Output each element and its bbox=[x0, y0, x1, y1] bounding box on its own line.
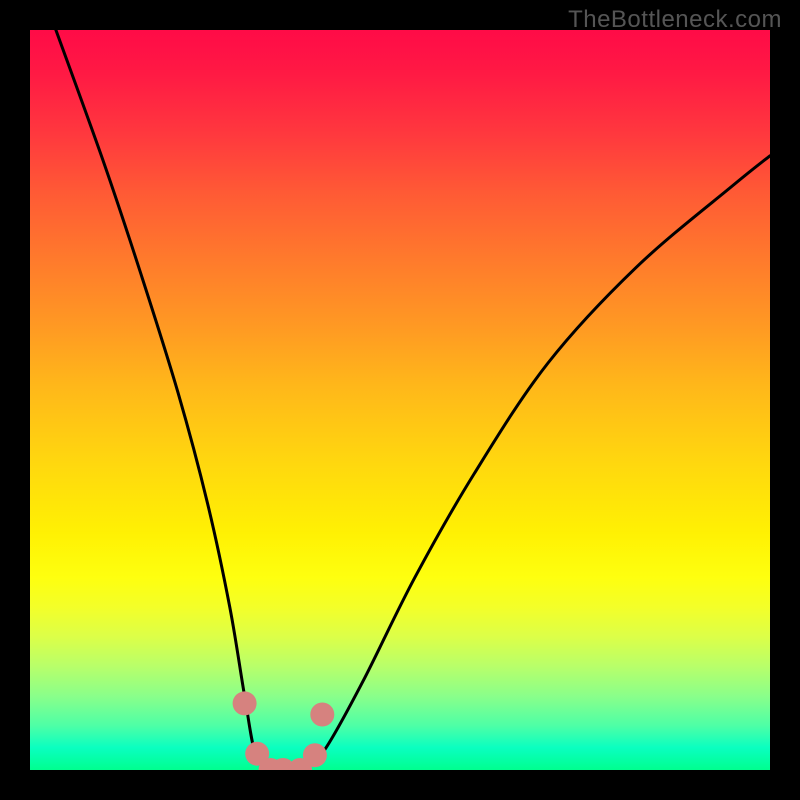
bottleneck-curve bbox=[56, 30, 770, 770]
bottleneck-marker bbox=[310, 703, 334, 727]
chart-frame: TheBottleneck.com bbox=[0, 0, 800, 800]
bottleneck-marker bbox=[233, 691, 257, 715]
plot-area bbox=[30, 30, 770, 770]
watermark-label: TheBottleneck.com bbox=[568, 6, 782, 34]
bottleneck-marker bbox=[303, 743, 327, 767]
bottleneck-chart-svg bbox=[30, 30, 770, 770]
bottleneck-markers bbox=[233, 691, 335, 770]
